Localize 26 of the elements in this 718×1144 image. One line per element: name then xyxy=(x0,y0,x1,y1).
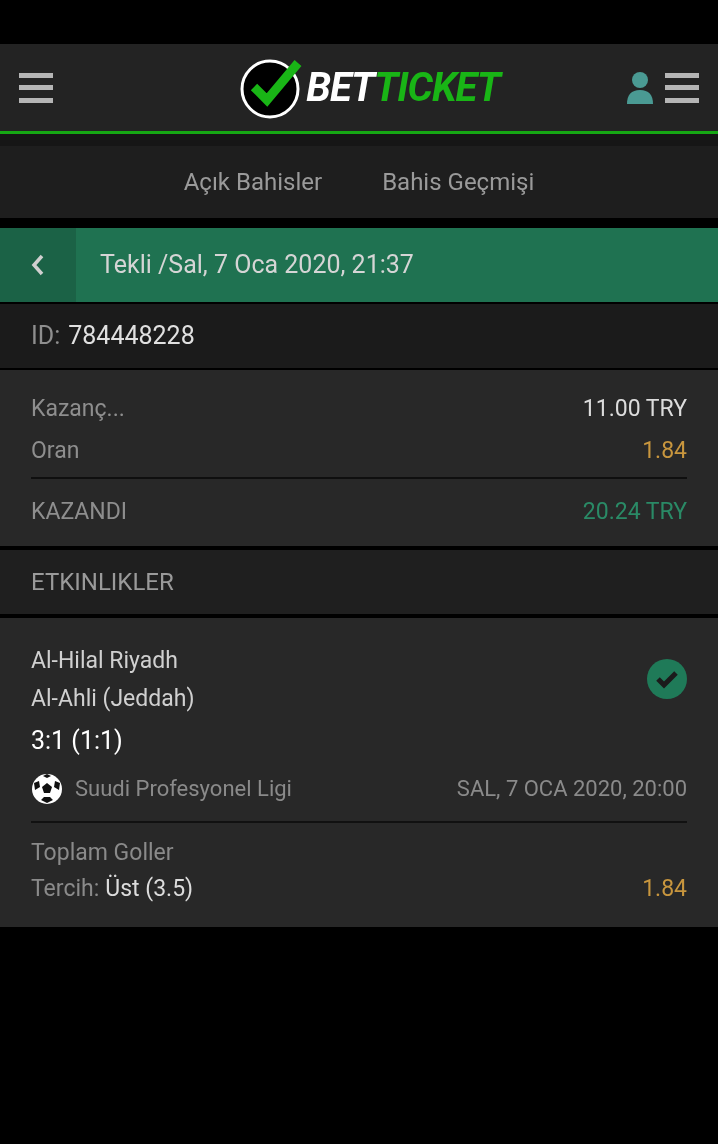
market-name: Toplam Goller xyxy=(31,838,175,868)
summary-value: 1.84 xyxy=(642,435,687,466)
summary-label: Oran xyxy=(31,435,80,466)
user-icon[interactable] xyxy=(627,71,653,104)
result-label: KAZANDI xyxy=(31,496,128,527)
choice-label: Tercih: xyxy=(31,874,100,904)
league-name: Suudi Profesyonel Ligi xyxy=(75,775,292,803)
soccer-ball-icon xyxy=(31,772,63,805)
menu-icon[interactable] xyxy=(19,72,53,103)
event-date: SAL, 7 OCA 2020, 20:00 xyxy=(456,775,687,803)
id-label: ID: xyxy=(31,320,61,353)
score: 3:1 (1:1) xyxy=(31,725,124,757)
back-icon xyxy=(31,254,45,276)
summary-label: Kazanç... xyxy=(31,393,125,424)
events-heading: ETKINLIKLER xyxy=(31,567,174,598)
event-odds: 1.84 xyxy=(642,874,687,904)
result-value: 20.24 TRY xyxy=(582,496,687,527)
menu-icon[interactable] xyxy=(665,72,699,103)
away-team: Al-Ahli (Jeddah) xyxy=(31,684,195,714)
ticket-title: Tekli /Sal, 7 Oca 2020, 21:37 xyxy=(100,249,414,282)
home-team: Al-Hilal Riyadh xyxy=(31,646,179,676)
id-value: 784448228 xyxy=(68,320,195,353)
summary-value: 11.00 TRY xyxy=(582,393,687,424)
tab[interactable]: Bahis Geçmişi xyxy=(382,164,535,200)
choice-value: Üst (3.5) xyxy=(105,873,194,904)
tab[interactable]: Açık Bahisler xyxy=(183,164,323,200)
